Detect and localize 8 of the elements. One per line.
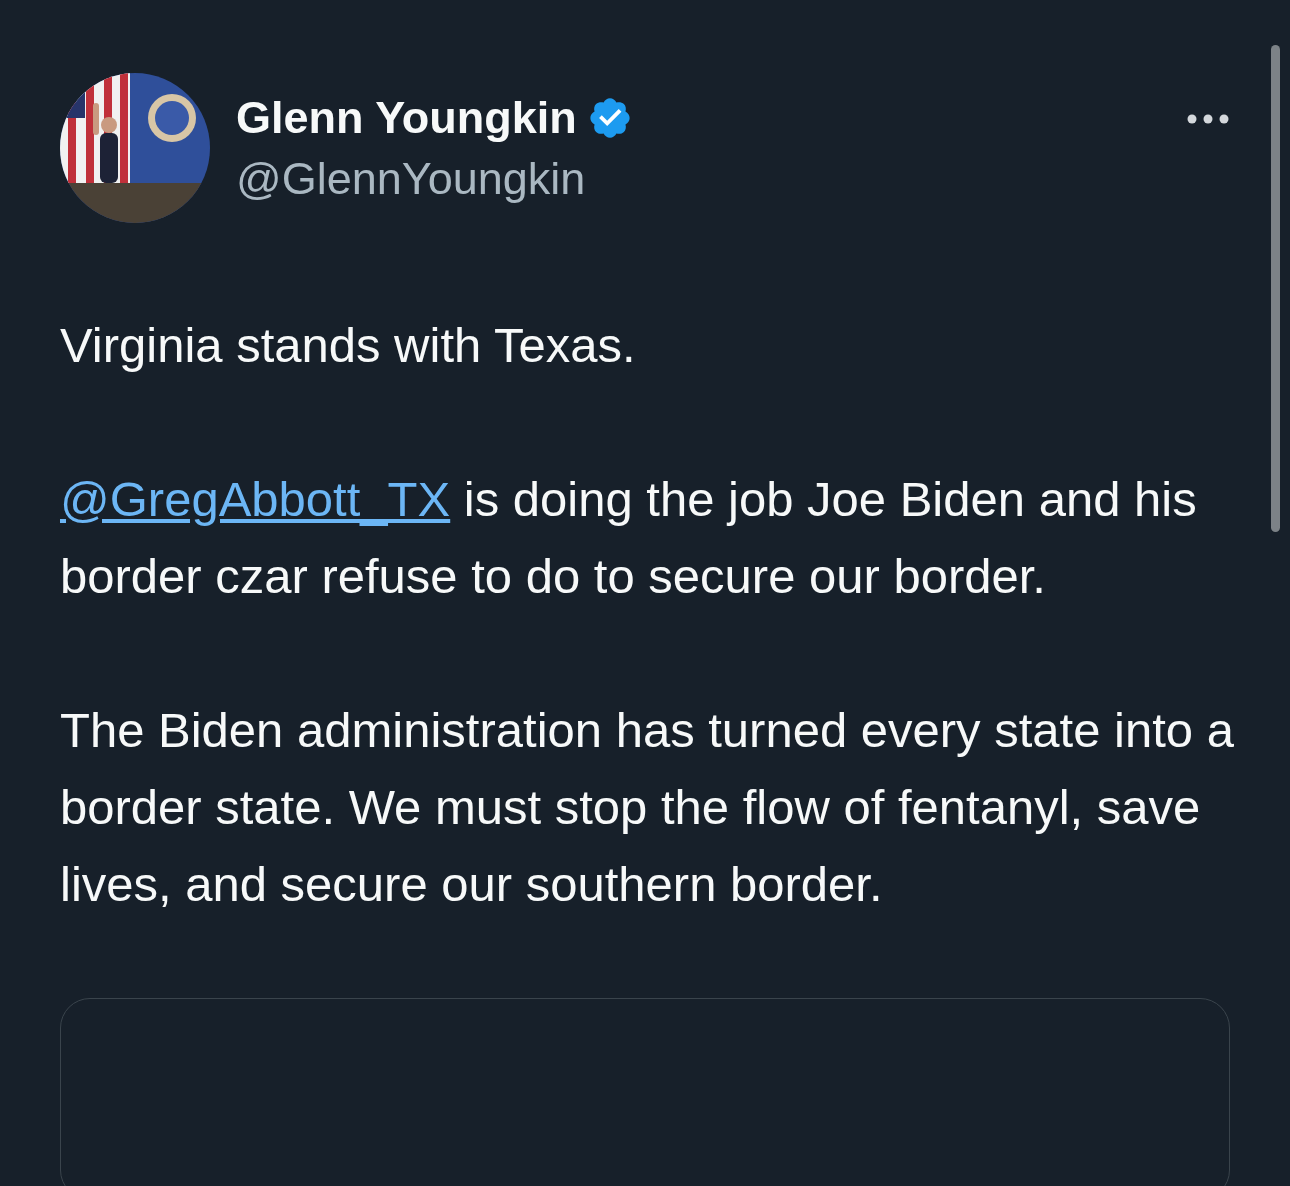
- more-icon[interactable]: [1186, 113, 1230, 125]
- author-handle[interactable]: @GlennYoungkin: [236, 147, 1186, 211]
- mention-link[interactable]: @GregAbbott_TX: [60, 472, 451, 526]
- tweet-paragraph: @GregAbbott_TX is doing the job Joe Biden and his border czar refuse to do to secure our border.: [60, 471, 1198, 605]
- scrollbar[interactable]: [1271, 45, 1280, 532]
- tweet-paragraph: The Biden administration has turned every state into a border state. We must stop the flow of fentanyl, save lives, and secure our southern border.: [60, 702, 1235, 913]
- tweet-paragraph: Virginia stands with Texas.: [60, 317, 637, 374]
- author-name[interactable]: Glenn Youngkin: [236, 89, 577, 147]
